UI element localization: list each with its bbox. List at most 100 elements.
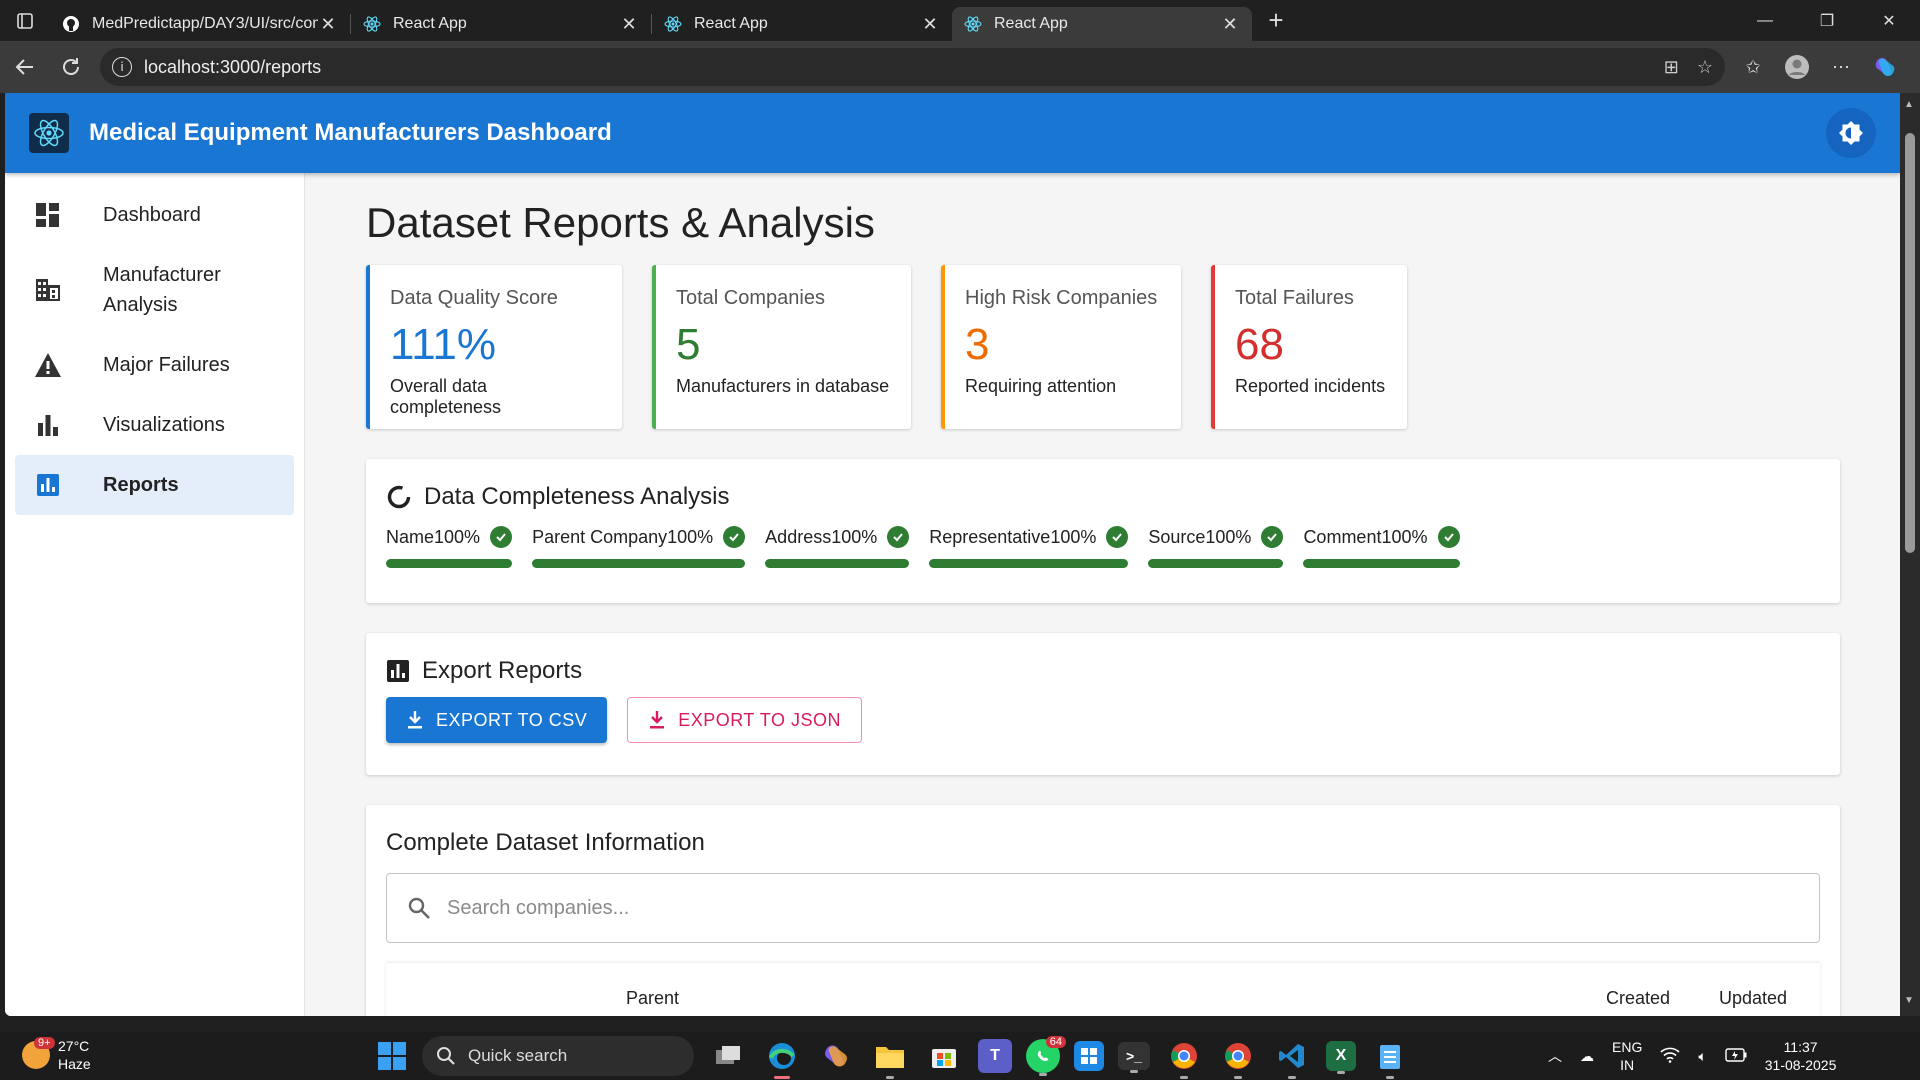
favorites-icon[interactable]: ✩ [1735,49,1771,85]
copilot-app-icon[interactable] [816,1036,856,1076]
scrollbar-thumb[interactable] [1905,133,1915,553]
close-tab-icon[interactable]: ✕ [1220,14,1240,35]
close-tab-icon[interactable]: ✕ [920,14,940,35]
sidebar-item-dashboard[interactable]: Dashboard [15,185,294,245]
battery-icon[interactable] [1725,1047,1747,1065]
teams-icon[interactable]: T [978,1039,1012,1073]
page-scrollbar[interactable]: ▲ ▼ [1900,93,1920,1016]
file-explorer-icon[interactable] [870,1036,910,1079]
dataset-table-header: Parent Created Updated [386,963,1820,1016]
restore-icon[interactable]: ❐ [1796,0,1858,41]
start-button[interactable] [376,1040,408,1072]
copilot-icon[interactable] [1867,49,1903,85]
new-tab-button[interactable]: + [1256,4,1296,38]
chrome-icon[interactable] [1164,1036,1204,1079]
react-icon [664,16,682,32]
chevron-up-icon[interactable]: ︿ [1548,1046,1562,1066]
progress-bar [765,559,910,568]
search-icon [436,1046,456,1066]
terminal-icon[interactable]: >_ [1118,1042,1150,1073]
stat-label: Total Companies [676,287,825,309]
browser-tab-react-1[interactable]: React App ✕ [351,7,651,41]
wifi-icon[interactable] [1660,1047,1680,1066]
volume-icon[interactable]: 🔈︎ [1698,1048,1706,1065]
check-circle-icon [1106,526,1129,548]
scroll-up-icon[interactable]: ▲ [1904,99,1914,110]
taskbar-search[interactable]: Quick search [422,1036,694,1076]
microsoft-store-icon[interactable] [924,1036,964,1076]
column-header-created[interactable]: Created [1606,987,1670,1009]
address-bar[interactable]: i localhost:3000/reports ⊞ ☆ [100,48,1725,86]
notepad-icon[interactable] [1370,1036,1410,1079]
minimize-icon[interactable]: — [1734,0,1796,41]
column-header-updated[interactable]: Updated [1719,987,1787,1009]
tab-actions-button[interactable] [0,0,50,41]
completeness-field-address: Address100% [765,525,910,568]
edge-browser-icon[interactable] [762,1036,802,1079]
react-icon [363,16,381,32]
close-tab-icon[interactable]: ✕ [318,14,338,35]
lang-line2: IN [1620,1057,1635,1073]
stat-card-total-companies: Total Companies 5 Manufacturers in datab… [652,265,911,429]
taskbar-apps: Quick search T 64 >_ X [376,1032,1410,1080]
app-available-icon[interactable]: ⊞ [1664,57,1679,78]
weather-icon: 9+ [22,1037,55,1069]
whatsapp-icon[interactable]: 64 [1026,1036,1066,1076]
check-circle-icon [1437,526,1460,548]
weather-widget[interactable]: 9+ 27°C Haze [22,1030,91,1080]
more-menu-icon[interactable]: ⋯ [1823,49,1859,85]
business-icon [33,277,63,303]
stat-label: Total Failures [1235,287,1354,309]
tab-title: React App [694,15,768,32]
column-header-parent[interactable]: Parent [626,987,679,1009]
task-view-icon[interactable] [708,1036,748,1076]
app-header: Medical Equipment Manufacturers Dashboar… [5,93,1900,173]
export-json-button[interactable]: EXPORT TO JSON [627,697,862,743]
tab-title: MedPredictapp/DAY3/UI/src/com [92,15,318,32]
sidebar-item-visualizations[interactable]: Visualizations [15,395,294,455]
profile-avatar[interactable] [1779,49,1815,85]
back-button[interactable] [2,47,48,87]
browser-tab-github[interactable]: MedPredictapp/DAY3/UI/src/com ✕ [50,7,350,41]
browser-tab-react-2[interactable]: React App ✕ [652,7,952,41]
stat-subtitle: Overall data completeness [390,376,502,417]
excel-icon[interactable]: X [1326,1041,1356,1074]
stat-card-total-failures: Total Failures 68 Reported incidents [1211,265,1407,429]
windows-app-icon[interactable] [1074,1041,1104,1071]
onedrive-icon[interactable]: ☁ [1580,1048,1594,1065]
omnibox-actions: ⊞ ☆ [1664,57,1713,78]
tab-title: React App [393,15,467,32]
stat-label: High Risk Companies [965,287,1158,309]
back-arrow-icon [15,59,33,75]
weather-desc: Haze [58,1056,91,1072]
reload-button[interactable] [48,47,94,87]
export-csv-button[interactable]: EXPORT TO CSV [386,697,608,743]
check-circle-icon [723,526,746,548]
favorite-star-icon[interactable]: ☆ [1697,57,1713,78]
progress-bar [1303,559,1460,568]
sidebar-item-label: Major Failures [103,353,230,376]
copilot-logo [1875,58,1895,76]
app-viewport: Medical Equipment Manufacturers Dashboar… [5,93,1900,1016]
stat-subtitle: Manufacturers in database [676,376,890,396]
site-info-icon[interactable]: i [112,57,132,77]
close-window-icon[interactable]: ✕ [1858,0,1920,41]
scroll-down-icon[interactable]: ▼ [1904,995,1914,1006]
clock[interactable]: 11:37 31-08-2025 [1765,1038,1837,1074]
completeness-title: Data Completeness Analysis [424,483,730,510]
sidebar-item-reports[interactable]: Reports [15,455,294,515]
vscode-icon[interactable] [1272,1036,1312,1079]
field-label: Address100% [765,526,878,547]
sidebar-item-major-failures[interactable]: Major Failures [15,335,294,395]
language-indicator[interactable]: ENG IN [1612,1038,1642,1074]
theme-toggle-button[interactable] [1826,108,1876,158]
browser-tab-react-active[interactable]: React App ✕ [952,7,1252,41]
system-tray: ︿ ☁ ENG IN 🔈︎ 11:37 31-08-2025 [1548,1032,1836,1080]
close-tab-icon[interactable]: ✕ [619,14,639,35]
sidebar-item-label: Dashboard [103,203,201,226]
sidebar-item-manufacturer-analysis[interactable]: Manufacturer Analysis [15,245,294,335]
progress-bar [929,559,1129,568]
search-input[interactable]: Search companies... [386,873,1820,943]
react-icon [964,16,982,32]
chrome-profile-icon[interactable] [1218,1036,1258,1079]
